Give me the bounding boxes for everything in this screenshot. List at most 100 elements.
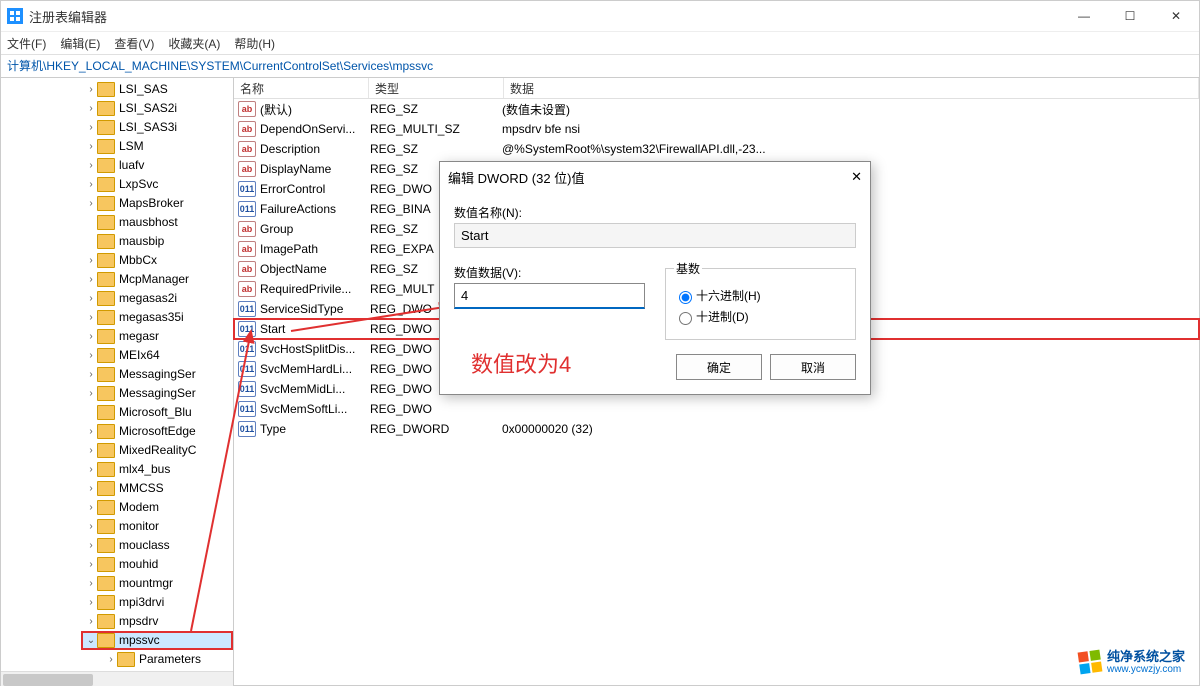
- menu-favorites[interactable]: 收藏夹(A): [168, 35, 220, 52]
- tree-label: MicrosoftEdge: [119, 422, 196, 441]
- chevron-icon[interactable]: ›: [85, 612, 97, 631]
- column-type[interactable]: 类型: [369, 78, 504, 98]
- value-row[interactable]: abDependOnServi...REG_MULTI_SZmpsdrv bfe…: [234, 119, 1199, 139]
- column-name[interactable]: 名称: [234, 78, 369, 98]
- value-row[interactable]: ab(默认)REG_SZ(数值未设置): [234, 99, 1199, 119]
- tree-item[interactable]: ›monitor: [85, 517, 233, 536]
- tree-item[interactable]: ›megasr: [85, 327, 233, 346]
- tree-item[interactable]: mausbip: [85, 232, 233, 251]
- value-row[interactable]: 011TypeREG_DWORD0x00000020 (32): [234, 419, 1199, 439]
- tree-item[interactable]: › McpManager: [85, 270, 233, 289]
- chevron-icon[interactable]: ›: [85, 422, 97, 441]
- menu-help[interactable]: 帮助(H): [234, 35, 275, 52]
- chevron-icon[interactable]: ›: [85, 270, 97, 289]
- minimize-button[interactable]: —: [1061, 1, 1107, 31]
- chevron-icon[interactable]: ›: [85, 536, 97, 555]
- tree-item[interactable]: › MicrosoftEdge: [85, 422, 233, 441]
- tree-panel[interactable]: ›LSI_SAS›LSI_SAS2i›LSI_SAS3i›LSM›luafv›L…: [1, 78, 234, 686]
- tree-item[interactable]: ›LSI_SAS3i: [85, 118, 233, 137]
- tree-item[interactable]: ›megasas35i: [85, 308, 233, 327]
- tree-item[interactable]: ›mpsdrv: [85, 612, 233, 631]
- chevron-icon[interactable]: ›: [85, 365, 97, 384]
- chevron-icon[interactable]: ›: [85, 175, 97, 194]
- chevron-icon[interactable]: ›: [85, 194, 97, 213]
- ok-button[interactable]: 确定: [676, 354, 762, 380]
- value-data: mpsdrv bfe nsi: [498, 122, 1199, 136]
- value-data: (数值未设置): [498, 101, 1199, 118]
- value-row[interactable]: abDescriptionREG_SZ@%SystemRoot%\system3…: [234, 139, 1199, 159]
- dword-icon: 011: [238, 341, 256, 357]
- tree-item[interactable]: ›mouclass: [85, 536, 233, 555]
- tree-item[interactable]: ›Parameters: [85, 650, 233, 669]
- tree-item[interactable]: Microsoft_Blu: [85, 403, 233, 422]
- menu-edit[interactable]: 编辑(E): [60, 35, 100, 52]
- chevron-icon[interactable]: ›: [85, 517, 97, 536]
- value-name: ObjectName: [260, 262, 327, 276]
- folder-icon: [97, 291, 115, 306]
- value-data-input[interactable]: [454, 283, 645, 309]
- chevron-icon[interactable]: ›: [85, 441, 97, 460]
- folder-icon: [97, 538, 115, 553]
- tree-item[interactable]: ›MapsBroker: [85, 194, 233, 213]
- annotation-text: 数值改为4: [471, 347, 571, 379]
- address-bar[interactable]: 计算机\HKEY_LOCAL_MACHINE\SYSTEM\CurrentCon…: [1, 55, 1199, 78]
- tree-item[interactable]: ›mouhid: [85, 555, 233, 574]
- tree-item[interactable]: ›MessagingSer: [85, 365, 233, 384]
- chevron-icon[interactable]: ›: [85, 308, 97, 327]
- folder-icon: [97, 367, 115, 382]
- radio-hex[interactable]: [679, 291, 692, 304]
- chevron-icon[interactable]: ›: [85, 593, 97, 612]
- chevron-icon[interactable]: ›: [85, 498, 97, 517]
- tree-item[interactable]: ›mlx4_bus: [85, 460, 233, 479]
- tree-item[interactable]: ⌄ mpssvc: [81, 631, 233, 650]
- chevron-icon[interactable]: ›: [85, 156, 97, 175]
- tree-item[interactable]: ›luafv: [85, 156, 233, 175]
- tree-item[interactable]: ›LSM: [85, 137, 233, 156]
- tree-label: McpManager: [119, 270, 189, 289]
- close-button[interactable]: ✕: [1153, 1, 1199, 31]
- tree-item[interactable]: ›LSI_SAS2i: [85, 99, 233, 118]
- menu-view[interactable]: 查看(V): [114, 35, 154, 52]
- column-data[interactable]: 数据: [504, 78, 1199, 98]
- titlebar: 注册表编辑器 — ☐ ✕: [1, 1, 1199, 32]
- tree-item[interactable]: ›MMCSS: [85, 479, 233, 498]
- tree-item[interactable]: ›MessagingSer: [85, 384, 233, 403]
- tree-item[interactable]: ›Modem: [85, 498, 233, 517]
- tree-item[interactable]: mausbhost: [85, 213, 233, 232]
- chevron-icon[interactable]: ›: [85, 80, 97, 99]
- folder-icon: [97, 481, 115, 496]
- app-icon: [7, 8, 23, 24]
- maximize-button[interactable]: ☐: [1107, 1, 1153, 31]
- chevron-icon[interactable]: ⌄: [85, 631, 97, 650]
- chevron-icon[interactable]: ›: [85, 251, 97, 270]
- chevron-icon[interactable]: ›: [85, 346, 97, 365]
- chevron-icon[interactable]: ›: [85, 574, 97, 593]
- tree-item[interactable]: ›LSI_SAS: [85, 80, 233, 99]
- chevron-icon[interactable]: ›: [85, 137, 97, 156]
- tree-item[interactable]: ›MbbCx: [85, 251, 233, 270]
- tree-item[interactable]: ›mpi3drvi: [85, 593, 233, 612]
- value-row[interactable]: 011SvcMemSoftLi...REG_DWO: [234, 399, 1199, 419]
- chevron-icon[interactable]: ›: [85, 118, 97, 137]
- value-name: Type: [260, 422, 286, 436]
- tree-item[interactable]: ›megasas2i: [85, 289, 233, 308]
- chevron-icon[interactable]: ›: [85, 555, 97, 574]
- menu-file[interactable]: 文件(F): [7, 35, 46, 52]
- chevron-icon[interactable]: ›: [85, 99, 97, 118]
- horizontal-scrollbar[interactable]: [1, 671, 233, 686]
- tree-item[interactable]: ›MEIx64: [85, 346, 233, 365]
- chevron-icon[interactable]: ›: [85, 460, 97, 479]
- radio-dec[interactable]: [679, 312, 692, 325]
- tree-item[interactable]: ›mountmgr: [85, 574, 233, 593]
- dialog-close-button[interactable]: ✕: [851, 169, 862, 185]
- cancel-button[interactable]: 取消: [770, 354, 856, 380]
- tree-label: mpssvc: [119, 631, 160, 650]
- tree-item[interactable]: ›LxpSvc: [85, 175, 233, 194]
- chevron-icon[interactable]: ›: [85, 327, 97, 346]
- chevron-icon[interactable]: ›: [85, 384, 97, 403]
- chevron-icon[interactable]: ›: [105, 650, 117, 669]
- chevron-icon[interactable]: ›: [85, 479, 97, 498]
- string-icon: ab: [238, 241, 256, 257]
- tree-item[interactable]: ›MixedRealityC: [85, 441, 233, 460]
- chevron-icon[interactable]: ›: [85, 289, 97, 308]
